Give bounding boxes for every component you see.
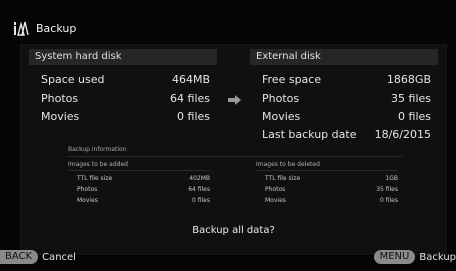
list-item: TTL file size 1GB (256, 173, 398, 184)
divider (68, 170, 210, 171)
row-label: Movies (262, 110, 301, 123)
external-free-space-row: Free space 1868GB (262, 72, 431, 88)
item-value: 0 files (192, 197, 210, 204)
images-to-delete-title: Images to be deleted (256, 161, 320, 168)
header: Backup (13, 19, 76, 37)
images-to-delete: Images to be deleted TTL file size 1GB P… (256, 160, 398, 206)
row-value: 464MB (171, 73, 210, 86)
row-label: Photos (262, 92, 300, 105)
system-disk-title: System hard disk (29, 49, 217, 65)
arrow-right-icon (228, 95, 241, 105)
divider (256, 170, 398, 171)
list-item: Photos 35 files (256, 184, 398, 195)
row-label: Photos (41, 92, 79, 105)
item-label: Movies (265, 197, 286, 204)
row-label: Free space (262, 73, 322, 86)
backup-information-title: Backup information (68, 146, 127, 153)
row-value: 18/6/2015 (374, 128, 431, 141)
external-disk-title: External disk (250, 49, 438, 65)
list-item: Movies 0 files (256, 195, 398, 206)
item-value: 64 files (188, 186, 210, 193)
confirm-prompt: Backup all data? (192, 225, 275, 236)
external-last-backup-row: Last backup date 18/6/2015 (262, 127, 431, 143)
backup-label: Backup (419, 251, 456, 263)
backup-panel: System hard disk External disk Space use… (20, 44, 447, 255)
backup-information: Backup information Images to be added TT… (68, 146, 403, 218)
system-photos-row: Photos 64 files (41, 91, 210, 107)
row-value: 0 files (177, 110, 210, 123)
item-label: TTL file size (77, 175, 113, 182)
item-label: Photos (77, 186, 98, 193)
list-item: Photos 64 files (68, 184, 210, 195)
row-value: 1868GB (386, 73, 431, 86)
item-value: 0 files (380, 197, 398, 204)
item-value: 402MB (189, 175, 210, 182)
cancel-button[interactable]: BACK Cancel (0, 250, 76, 264)
backup-screen: Backup System hard disk External disk Sp… (0, 0, 456, 271)
backup-icon (14, 21, 29, 36)
images-to-add: Images to be added TTL file size 402MB P… (68, 160, 210, 206)
system-movies-row: Movies 0 files (41, 109, 210, 125)
back-key[interactable]: BACK (0, 250, 39, 264)
row-value: 64 files (170, 92, 210, 105)
row-label: Space used (41, 73, 105, 86)
item-value: 1GB (385, 175, 398, 182)
system-space-used-row: Space used 464MB (41, 72, 210, 88)
item-value: 35 files (376, 186, 398, 193)
cancel-label: Cancel (42, 251, 76, 263)
external-photos-row: Photos 35 files (262, 91, 431, 107)
external-movies-row: Movies 0 files (262, 109, 431, 125)
item-label: Photos (265, 186, 286, 193)
divider (68, 156, 403, 157)
row-label: Movies (41, 110, 80, 123)
images-to-add-title: Images to be added (68, 161, 128, 168)
list-item: Movies 0 files (68, 195, 210, 206)
list-item: TTL file size 402MB (68, 173, 210, 184)
backup-button[interactable]: MENU Backup (373, 250, 456, 264)
menu-key[interactable]: MENU (373, 250, 416, 264)
row-value: 35 files (391, 92, 431, 105)
item-label: Movies (77, 197, 98, 204)
row-label: Last backup date (262, 128, 357, 141)
row-value: 0 files (398, 110, 431, 123)
page-title: Backup (36, 21, 77, 35)
item-label: TTL file size (265, 175, 301, 182)
